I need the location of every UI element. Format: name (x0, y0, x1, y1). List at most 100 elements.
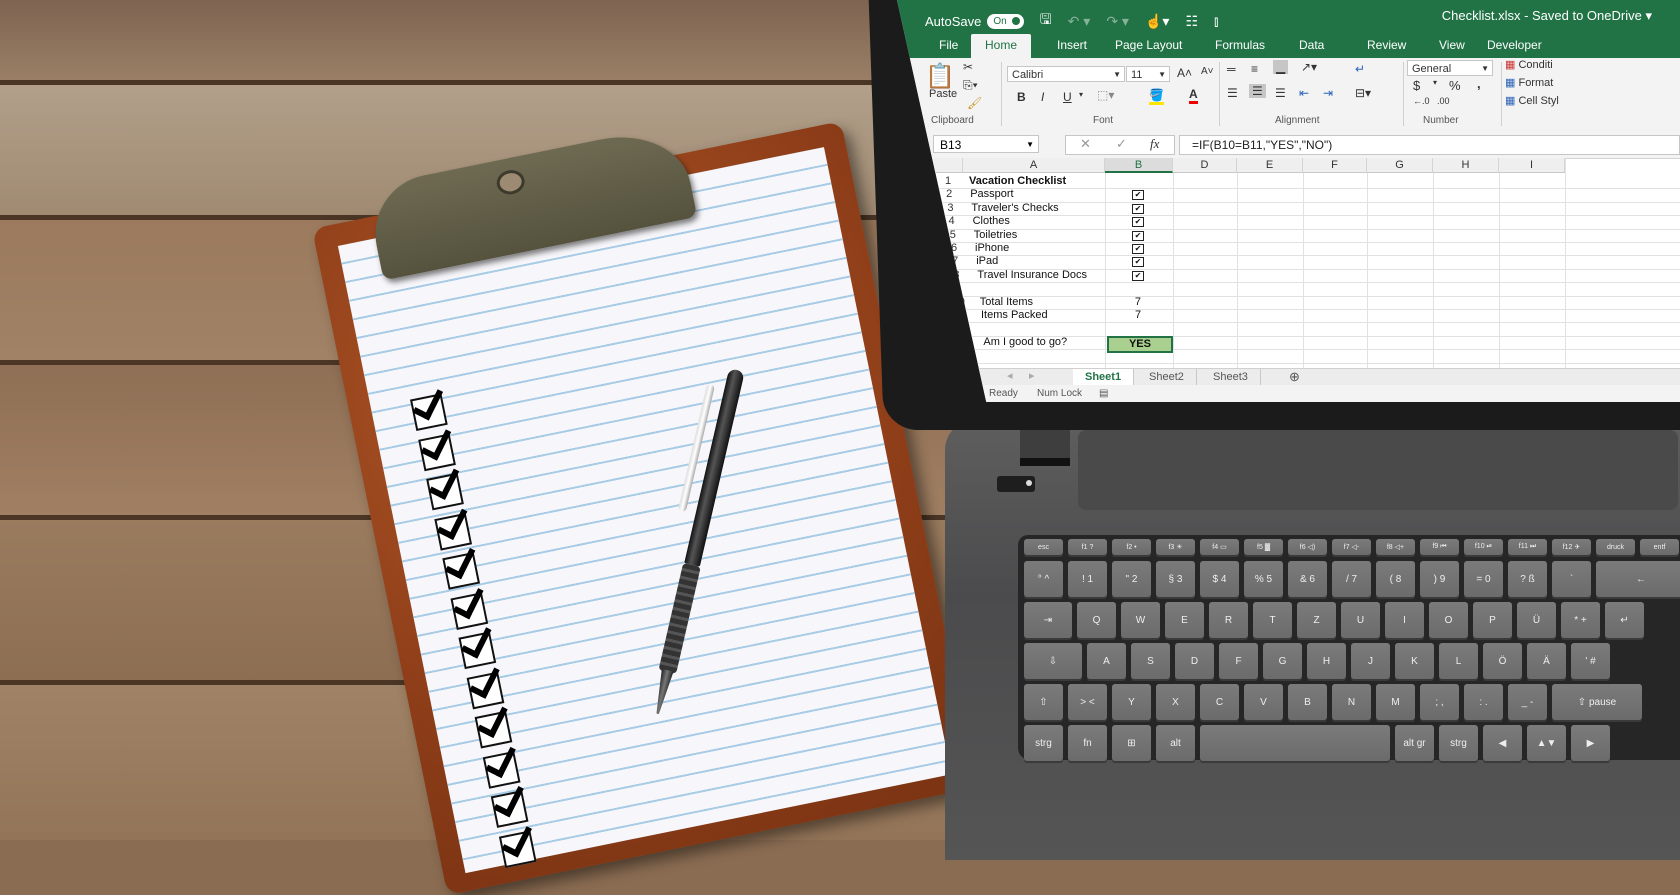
checkbox-checked-icon[interactable]: ✔ (1132, 244, 1144, 254)
cell-a1[interactable]: Vacation Checklist (969, 175, 1066, 188)
cancel-icon[interactable]: ✕ (1080, 136, 1091, 152)
borders-icon[interactable]: ⬚▾ (1097, 88, 1114, 102)
cell-a6[interactable]: iPhone (975, 242, 1009, 255)
keyboard-key[interactable]: " 2 (1112, 561, 1151, 597)
sheet-tab-sheet2[interactable]: Sheet2 (1137, 369, 1197, 385)
tab-page-layout[interactable]: Page Layout (1101, 34, 1196, 58)
touch-mode-icon[interactable]: ☝▾ (1145, 13, 1169, 30)
keyboard-key[interactable] (1200, 725, 1390, 761)
keyboard-key[interactable]: f12 ✈ (1552, 539, 1591, 555)
keyboard-key[interactable]: Y (1112, 684, 1151, 720)
checkbox-checked-icon[interactable]: ✔ (1131, 257, 1144, 268)
keyboard-key[interactable]: _ - (1508, 684, 1547, 720)
keyboard-key[interactable]: ⊞ (1112, 725, 1151, 761)
paste-icon[interactable]: 📋 (925, 62, 955, 91)
column-header-f[interactable]: F (1303, 158, 1367, 173)
keyboard-key[interactable]: strg (1439, 725, 1478, 761)
keyboard-key[interactable]: ` (1552, 561, 1591, 597)
keyboard-key[interactable]: f9 ⏮ (1420, 539, 1459, 555)
cell-b7[interactable]: ✔ (1107, 255, 1169, 268)
align-right-icon[interactable]: ☰ (1275, 86, 1286, 100)
top-align-icon[interactable]: ═ (1227, 62, 1236, 76)
keyboard-key[interactable]: § 3 (1156, 561, 1195, 597)
italic-button[interactable]: I (1041, 90, 1044, 104)
keyboard-key[interactable]: P (1473, 602, 1512, 638)
keyboard-key[interactable]: ▲▼ (1527, 725, 1566, 761)
tab-data[interactable]: Data (1285, 34, 1338, 58)
number-format-dropdown[interactable]: General ▼ (1407, 60, 1493, 76)
keyboard-key[interactable]: M (1376, 684, 1415, 720)
tab-developer[interactable]: Developer (1473, 34, 1556, 58)
fill-color-icon[interactable]: 🪣 (1149, 88, 1164, 105)
keyboard-key[interactable]: K (1395, 643, 1434, 679)
keyboard-key[interactable]: alt gr (1395, 725, 1434, 761)
keyboard-key[interactable]: f6 ◁) (1288, 539, 1327, 555)
keyboard-key[interactable]: % 5 (1244, 561, 1283, 597)
keyboard-key[interactable]: f1 ? (1068, 539, 1107, 555)
checkbox-checked-icon[interactable]: ✔ (1131, 270, 1144, 281)
keyboard-key[interactable]: entf (1640, 539, 1679, 555)
select-all-corner[interactable] (931, 158, 963, 173)
increase-decimal-button[interactable]: ←.0 (1413, 96, 1430, 106)
checkbox-checked-icon[interactable]: ✔ (1131, 230, 1144, 241)
keyboard-key[interactable]: ⇧ pause (1552, 684, 1642, 720)
keyboard-key[interactable]: ⇥ (1024, 602, 1072, 638)
keyboard-key[interactable]: Ä (1527, 643, 1566, 679)
cut-icon[interactable]: ✂ (963, 60, 973, 74)
keyboard-key[interactable]: ! 1 (1068, 561, 1107, 597)
keyboard-key[interactable]: = 0 (1464, 561, 1503, 597)
cell-a5[interactable]: Toiletries (974, 229, 1017, 242)
keyboard-key[interactable]: J (1351, 643, 1390, 679)
keyboard-key[interactable]: * + (1561, 602, 1600, 638)
keyboard-key[interactable]: ◀ (1483, 725, 1522, 761)
column-header-a[interactable]: A (963, 158, 1105, 173)
tab-home[interactable]: Home (971, 34, 1032, 58)
cell-a2[interactable]: Passport (970, 188, 1013, 201)
keyboard-key[interactable]: > < (1068, 684, 1107, 720)
format-painter-icon[interactable]: 🖌 (967, 96, 982, 110)
copy-icon[interactable]: ⎘▾ (963, 78, 978, 93)
scroll-right-icon[interactable]: ▸ (1029, 369, 1035, 382)
format-as-table-button[interactable]: ▦ Format (1505, 76, 1553, 89)
keyboard-key[interactable]: A (1087, 643, 1126, 679)
cell-b4[interactable]: ✔ (1107, 215, 1169, 228)
name-box[interactable]: B13 ▼ (933, 135, 1039, 153)
keyboard-key[interactable]: ( 8 (1376, 561, 1415, 597)
grow-font-button[interactable]: A˄ (1177, 66, 1192, 80)
column-header-h[interactable]: H (1433, 158, 1499, 173)
increase-indent-icon[interactable]: ⇥ (1323, 86, 1333, 100)
cell-b10[interactable]: 7 (1107, 296, 1169, 309)
keyboard-key[interactable]: ; , (1420, 684, 1459, 720)
column-header-b[interactable]: B (1105, 158, 1173, 173)
currency-button[interactable]: $ (1413, 78, 1420, 93)
keyboard-key[interactable]: T (1253, 602, 1292, 638)
keyboard-key[interactable]: U (1341, 602, 1380, 638)
chevron-down-icon[interactable]: ▾ (1079, 90, 1083, 99)
keyboard-key[interactable]: B (1288, 684, 1327, 720)
formula-input[interactable]: =IF(B10=B11,"YES","NO") (1179, 135, 1680, 155)
keyboard-key[interactable]: ⇧ (1024, 684, 1063, 720)
tab-insert[interactable]: Insert (1043, 34, 1101, 58)
underline-button[interactable]: U (1063, 90, 1072, 104)
cell-a10[interactable]: Total Items (980, 296, 1033, 309)
redo-icon[interactable]: ↷ ▾ (1106, 13, 1129, 30)
document-title[interactable]: Checklist.xlsx - Saved to OneDrive ▾ (1442, 8, 1652, 24)
org-chart-icon[interactable]: ☷ (1185, 13, 1198, 30)
autosave-toggle[interactable]: On (987, 13, 1024, 29)
cell-a11[interactable]: Items Packed (981, 309, 1048, 322)
bottom-align-icon[interactable]: ▁ (1273, 60, 1289, 74)
bold-button[interactable]: B (1017, 90, 1026, 104)
decrease-decimal-button[interactable]: .00 (1437, 96, 1450, 106)
cell-b11[interactable]: 7 (1107, 309, 1169, 322)
keyboard-key[interactable]: F (1219, 643, 1258, 679)
keyboard-key[interactable]: f2 • (1112, 539, 1151, 555)
keyboard-key[interactable]: f11 ⏭ (1508, 539, 1547, 555)
insert-function-icon[interactable]: fx (1150, 136, 1159, 152)
comma-button[interactable]: , (1477, 76, 1481, 91)
cell-b3[interactable]: ✔ (1107, 202, 1169, 215)
keyboard-key[interactable]: ↵ (1605, 602, 1644, 638)
keyboard-key[interactable]: L (1439, 643, 1478, 679)
keyboard-key[interactable]: druck (1596, 539, 1635, 555)
cell-a4[interactable]: Clothes (973, 215, 1010, 228)
font-name-dropdown[interactable]: Calibri ▼ (1007, 66, 1125, 82)
